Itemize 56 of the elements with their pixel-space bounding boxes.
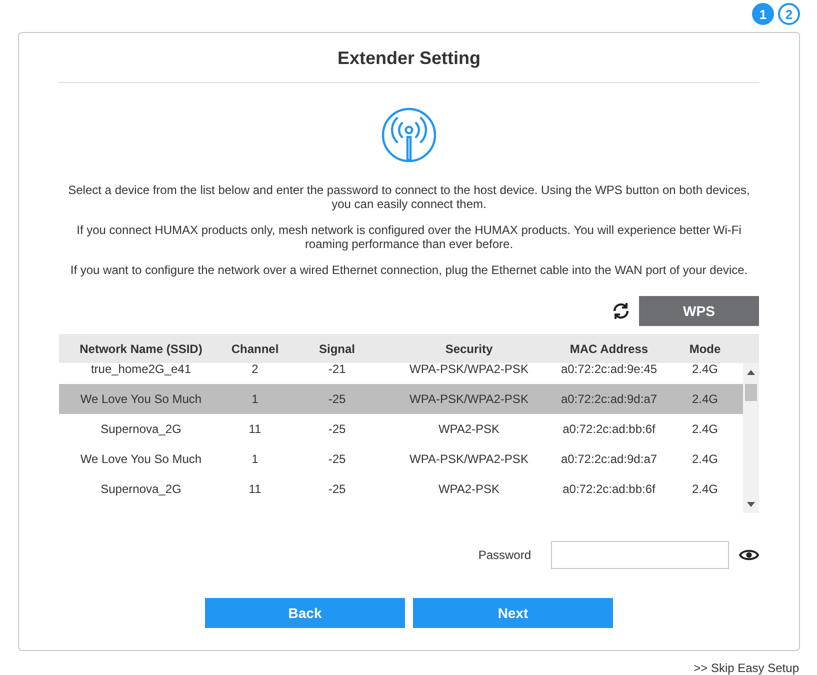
table-cell-text: Supernova_2G [100,481,182,498]
table-cell-text: 2.4G [690,363,719,378]
table-cell-text: 2.4G [690,481,719,498]
table-cell-text: We Love You So Much [79,391,203,408]
table-cell-text: a0:72:2c:ad:9e:45 [560,363,658,378]
password-label: Password [478,547,531,564]
table-cell-text: WPA-PSK/WPA2-PSK [408,363,530,378]
page-title: Extender Setting [59,33,759,83]
scrollbar-thumb[interactable] [745,384,757,401]
network-row[interactable]: true_home2G_e41 2 -21 WPA-PSK/WPA2-PSK a0:72:2c:ad:9e:45 2.4G [59,363,743,384]
table-cell-text: We Love You So Much [79,451,203,468]
table-cell-text: WPA-PSK/WPA2-PSK [408,391,530,408]
column-header: Signal [318,340,356,358]
scroll-down-icon[interactable] [747,502,755,507]
table-cell-text: 2.4G [690,391,719,408]
column-header: Network Name (SSID) [78,340,204,358]
refresh-icon[interactable] [611,301,631,321]
column-header: Channel [230,340,280,358]
table-cell-text: true_home2G_e41 [90,363,192,378]
column-header: MAC Address [568,340,650,358]
table-cell-text: a0:72:2c:ad:bb:6f [562,481,656,498]
instruction-text: If you connect HUMAX products only, mesh network is configured over the HUMAX products. You will experience better Wi-Fi roaming performance than ever before. [76,223,742,251]
network-row[interactable]: We Love You So Much 1 -25 WPA-PSK/WPA2-PSK a0:72:2c:ad:9d:a7 2.4G [59,384,743,414]
table-cell-text: Supernova_2G [100,421,182,438]
password-field[interactable] [551,541,729,569]
table-cell-text: WPA2-PSK [437,481,501,498]
skip-setup-link[interactable]: >> Skip Easy Setup [694,659,799,675]
instruction-text: If you want to configure the network over a wired Ethernet connection, plug the Ethernet cable into the WAN port of your device. [69,263,749,277]
network-row[interactable]: Supernova_2G 11 -25 WPA2-PSK a0:72:2c:ad:bb:6f 2.4G [59,474,743,504]
table-cell-text: 2 [250,363,260,378]
table-cell-text: -21 [327,363,347,378]
table-cell-text: -25 [327,421,347,438]
scrollbar[interactable] [743,363,759,513]
table-cell-text: 1 [250,391,260,408]
table-cell-text: 2.4G [690,451,719,468]
show-password-icon[interactable] [739,548,759,562]
network-row[interactable]: We Love You So Much 1 -25 WPA-PSK/WPA2-PSK a0:72:2c:ad:9d:a7 2.4G [59,444,743,474]
table-cell-text: a0:72:2c:ad:9d:a7 [560,391,658,408]
column-header: Security [444,340,494,358]
table-cell-text: -25 [327,391,347,408]
table-cell-text: a0:72:2c:ad:9d:a7 [560,451,658,468]
table-cell-text: 2.4G [690,421,719,438]
table-cell-text: a0:72:2c:ad:bb:6f [562,421,656,438]
table-cell-text: -25 [327,451,347,468]
table-cell-text: 1 [250,451,260,468]
wireless-signal-icon [381,107,437,163]
table-cell-text: WPA-PSK/WPA2-PSK [408,451,530,468]
table-cell-text: -25 [327,481,347,498]
scroll-up-icon[interactable] [747,370,755,375]
column-header: Mode [688,340,722,358]
instruction-text: Select a device from the list below and enter the password to connect to the host device. Using the WPS button on both devices, you can easily connect them. [67,183,751,211]
table-cell-text: 11 [248,481,262,498]
table-cell-text: 11 [248,421,262,438]
table-cell-text: WPA2-PSK [437,421,501,438]
wps-button[interactable]: WPS [639,296,759,326]
network-row[interactable]: Supernova_2G 11 -25 WPA2-PSK a0:72:2c:ad:bb:6f 2.4G [59,414,743,444]
